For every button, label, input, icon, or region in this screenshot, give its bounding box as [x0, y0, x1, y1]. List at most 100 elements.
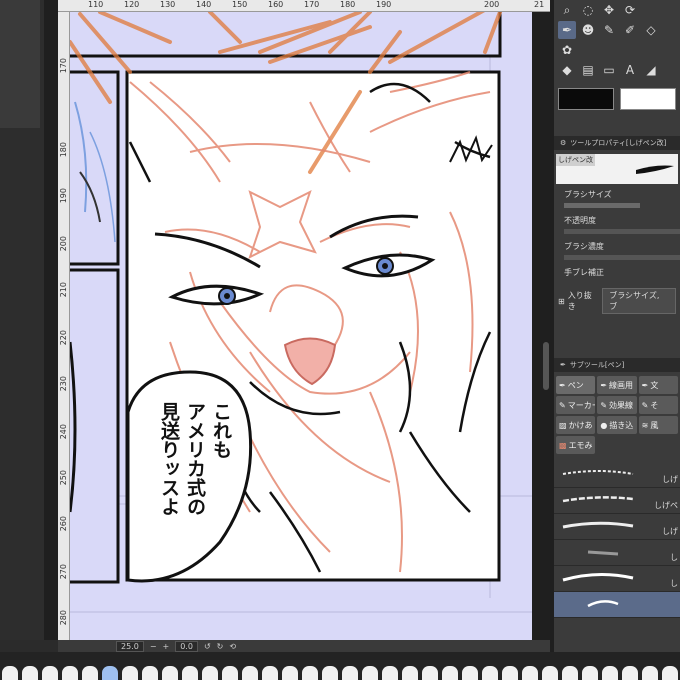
- sub-tool-pen[interactable]: ✒ ペン: [556, 376, 596, 394]
- sub-tool-effect-line[interactable]: ✎ 効果線: [597, 396, 637, 414]
- airbrush-icon[interactable]: ✐: [621, 21, 639, 39]
- timeline-frame[interactable]: [362, 666, 378, 680]
- expand-icon[interactable]: ⊞: [558, 297, 565, 306]
- property-opacity[interactable]: 不透明度: [554, 212, 680, 238]
- brush-item[interactable]: しげ: [554, 514, 680, 540]
- figure-icon[interactable]: ▭: [600, 61, 618, 79]
- gradient-icon[interactable]: ▤: [579, 61, 597, 79]
- timeline-frame[interactable]: [442, 666, 458, 680]
- ruler-v-label: 270: [59, 564, 68, 580]
- sub-tool-lineart[interactable]: ✒ 線画用: [597, 376, 637, 394]
- sub-tool-text[interactable]: ✒ 文: [638, 376, 678, 394]
- brush-icon[interactable]: ✎: [600, 21, 618, 39]
- timeline-frame[interactable]: [82, 666, 98, 680]
- timeline-frame[interactable]: [222, 666, 238, 680]
- ruler-h-label: 180: [340, 0, 356, 9]
- tool-row-4: ◆ ▤ ▭ A ◢: [554, 60, 680, 80]
- zoom-out-icon[interactable]: −: [150, 642, 157, 651]
- timeline-frame[interactable]: [62, 666, 78, 680]
- reset-rotation-icon[interactable]: ⟲: [229, 642, 236, 651]
- tool-property-header: ⚙ ツールプロパティ[しげペン改]: [554, 136, 680, 150]
- ruler-v-label: 210: [59, 282, 68, 298]
- brush-item-selected[interactable]: [554, 592, 680, 618]
- character-icon[interactable]: ☻: [579, 21, 597, 39]
- sub-tool-wind[interactable]: ≋ 風: [638, 416, 678, 434]
- timeline-frame[interactable]: [422, 666, 438, 680]
- rotate-right-icon[interactable]: ↻: [217, 642, 224, 651]
- zoom-in-icon[interactable]: +: [163, 642, 170, 651]
- timeline-frame[interactable]: [622, 666, 638, 680]
- sub-color-swatch[interactable]: [620, 88, 676, 110]
- timeline-frame[interactable]: [2, 666, 18, 680]
- ruler-horizontal: 110 120 130 140 150 160 170 180 190 200 …: [58, 0, 550, 12]
- left-panel: [0, 0, 44, 640]
- timeline-frame[interactable]: [542, 666, 558, 680]
- timeline-frame[interactable]: [602, 666, 618, 680]
- brush-item[interactable]: しげ: [554, 462, 680, 488]
- timeline-frame[interactable]: [42, 666, 58, 680]
- timeline-frame[interactable]: [462, 666, 478, 680]
- timeline-frame[interactable]: [522, 666, 538, 680]
- timeline-frame[interactable]: [582, 666, 598, 680]
- brush-item[interactable]: し: [554, 566, 680, 592]
- timeline-frame[interactable]: [162, 666, 178, 680]
- timeline-frame[interactable]: [182, 666, 198, 680]
- property-stabilization[interactable]: 手ブレ補正: [554, 264, 680, 284]
- sub-tool-hatching[interactable]: ▨ かけあ: [556, 416, 596, 434]
- sub-tool-marker[interactable]: ✎マーカー: [556, 396, 596, 414]
- fill-icon[interactable]: ◆: [558, 61, 576, 79]
- canvas-vertical-scrollbar[interactable]: [542, 12, 550, 640]
- rotate-icon[interactable]: ⟳: [621, 1, 639, 19]
- in-out-dropdown[interactable]: ブラシサイズ, ブ: [602, 288, 676, 314]
- timeline-frame[interactable]: [322, 666, 338, 680]
- move-icon[interactable]: ✥: [600, 1, 618, 19]
- text-icon[interactable]: A: [621, 61, 639, 79]
- timeline-frame[interactable]: [202, 666, 218, 680]
- timeline-frame[interactable]: [662, 666, 678, 680]
- timeline-frame[interactable]: [402, 666, 418, 680]
- sub-tool-emo[interactable]: ▩ エモみ: [556, 436, 596, 454]
- eraser-icon[interactable]: ◇: [642, 21, 660, 39]
- timeline-frame[interactable]: [282, 666, 298, 680]
- pen-tool-icon[interactable]: ✒: [558, 21, 576, 39]
- lasso-icon[interactable]: ◌: [579, 1, 597, 19]
- ruler-h-label: 21: [534, 0, 545, 9]
- main-color-swatch[interactable]: [558, 88, 614, 110]
- property-label: ブラシサイズ: [564, 190, 612, 199]
- timeline-frame[interactable]: [102, 666, 118, 680]
- timeline-frame[interactable]: [642, 666, 658, 680]
- timeline-frame[interactable]: [502, 666, 518, 680]
- rotation-field[interactable]: 0.0: [175, 640, 198, 652]
- timeline-frame[interactable]: [262, 666, 278, 680]
- property-slider[interactable]: [564, 229, 680, 234]
- ruler-v-label: 230: [59, 376, 68, 392]
- property-density[interactable]: ブラシ濃度: [554, 238, 680, 264]
- timeline-frame[interactable]: [302, 666, 318, 680]
- timeline-frame[interactable]: [22, 666, 38, 680]
- property-slider[interactable]: [564, 255, 680, 260]
- property-slider[interactable]: [564, 203, 640, 208]
- balloon-icon[interactable]: ◢: [642, 61, 660, 79]
- brush-preview: しげペン改: [556, 154, 678, 184]
- scrollbar-thumb[interactable]: [543, 342, 549, 390]
- timeline-frame[interactable]: [482, 666, 498, 680]
- sub-tool-other[interactable]: ✎ そ: [638, 396, 678, 414]
- decoration-icon[interactable]: ✿: [558, 41, 576, 59]
- search-icon[interactable]: ⌕: [558, 1, 576, 19]
- sub-tool-detail[interactable]: ● 描き込: [597, 416, 637, 434]
- timeline-frame[interactable]: [122, 666, 138, 680]
- drawing-canvas[interactable]: これも アメリカ式の 見送りッスよ: [70, 12, 542, 640]
- brush-item[interactable]: し: [554, 540, 680, 566]
- timeline-frame[interactable]: [142, 666, 158, 680]
- property-brush-size[interactable]: ブラシサイズ: [554, 186, 680, 212]
- timeline-frame[interactable]: [382, 666, 398, 680]
- rotate-left-icon[interactable]: ↺: [204, 642, 211, 651]
- bubble-line-3: 見送りッスよ: [158, 402, 180, 516]
- timeline-frame[interactable]: [562, 666, 578, 680]
- timeline-frame[interactable]: [242, 666, 258, 680]
- zoom-field[interactable]: 25.0: [116, 640, 144, 652]
- brush-item[interactable]: しげペ: [554, 488, 680, 514]
- ruler-h-label: 110: [88, 0, 104, 9]
- sub-tool-header: ✒ サブツール[ペン]: [554, 358, 680, 372]
- timeline-frame[interactable]: [342, 666, 358, 680]
